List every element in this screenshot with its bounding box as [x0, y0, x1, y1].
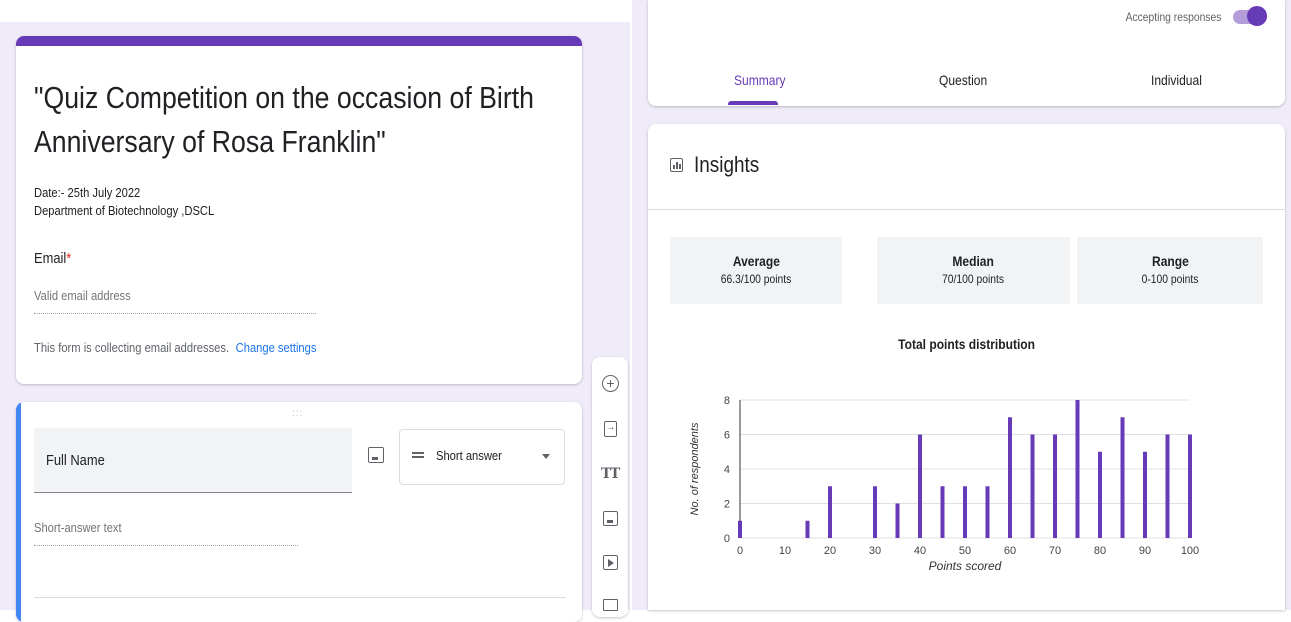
description-department: Department of Biotechnology ,DSCL	[34, 203, 215, 218]
add-image-icon[interactable]	[603, 511, 618, 526]
tab-question[interactable]: Question	[939, 72, 987, 88]
chart-bar	[1075, 400, 1080, 538]
add-question-icon[interactable]: +	[602, 375, 619, 392]
active-question-accent	[16, 402, 21, 622]
form-description[interactable]: Date:- 25th July 2022 Department of Biot…	[34, 184, 214, 220]
email-placeholder: Valid email address	[34, 288, 131, 303]
x-tick-label: 50	[959, 545, 971, 557]
chart-bar	[738, 520, 742, 538]
chart-bar	[1030, 434, 1035, 538]
accepting-responses-label: Accepting responses	[1125, 10, 1221, 24]
chevron-down-icon	[542, 454, 550, 459]
x-tick-label: 90	[1139, 545, 1151, 557]
email-field[interactable]: Valid email address	[34, 288, 316, 314]
y-axis-label: No. of respondents	[689, 422, 701, 515]
question-divider	[34, 597, 566, 598]
chart-bar	[1120, 417, 1125, 538]
y-tick-label: 6	[724, 430, 730, 442]
x-tick-label: 80	[1094, 545, 1106, 557]
responses-header-card: Accepting responses Summary Question Ind…	[648, 0, 1285, 106]
chart-bar	[873, 486, 877, 538]
form-title[interactable]: "Quiz Competition on the occasion of Bir…	[34, 76, 550, 164]
x-tick-label: 20	[824, 545, 836, 557]
chart-bar	[940, 486, 945, 538]
drag-handle[interactable]: :::	[292, 408, 303, 419]
tab-summary[interactable]: Summary	[734, 72, 786, 88]
add-section-icon[interactable]	[603, 599, 618, 611]
active-tab-indicator	[728, 101, 778, 105]
description-date: Date:- 25th July 2022	[34, 185, 141, 200]
chart-bar	[1188, 434, 1192, 538]
chart-bar	[1098, 451, 1102, 538]
x-tick-label: 40	[914, 545, 926, 557]
insights-card: Insights Average 66.3/100 points Median …	[648, 124, 1285, 610]
short-answer-text: Short-answer text	[34, 520, 122, 535]
chart-bar	[918, 434, 922, 538]
question-type-label: Short answer	[436, 448, 502, 463]
question-title: Full Name	[46, 452, 105, 469]
import-questions-icon[interactable]: →	[604, 421, 617, 437]
header-accent-bar	[16, 36, 582, 46]
form-header-card: "Quiz Competition on the occasion of Bir…	[16, 36, 582, 384]
chart-bar	[805, 520, 810, 538]
collecting-note-text: This form is collecting email addresses.	[34, 340, 230, 355]
required-mark: *	[66, 250, 72, 267]
y-tick-label: 8	[724, 395, 730, 407]
question-title-field[interactable]: Full Name	[34, 428, 352, 493]
chart-bar	[1008, 417, 1012, 538]
chart-bar	[1053, 434, 1057, 538]
add-image-icon[interactable]	[368, 447, 384, 463]
collecting-note: This form is collecting email addresses.…	[34, 340, 316, 355]
x-tick-label: 30	[869, 545, 881, 557]
x-tick-label: 70	[1049, 545, 1061, 557]
x-tick-label: 60	[1004, 545, 1016, 557]
accepting-responses-toggle[interactable]	[1233, 6, 1267, 26]
short-answer-placeholder: Short-answer text	[34, 520, 298, 546]
add-video-icon[interactable]	[603, 555, 618, 570]
chart-bar	[985, 486, 990, 538]
chart-bar	[895, 503, 900, 538]
chart-bar	[1165, 434, 1170, 538]
toggle-knob	[1247, 6, 1267, 26]
y-tick-label: 0	[724, 533, 730, 545]
change-settings-link[interactable]: Change settings	[236, 340, 317, 355]
y-tick-label: 4	[724, 464, 730, 476]
question-card[interactable]: ::: Full Name Short answer Short-answer …	[16, 402, 582, 622]
x-axis-label: Points scored	[929, 559, 1002, 573]
add-title-icon[interactable]: TT	[601, 465, 620, 483]
question-toolbar: + → TT	[592, 357, 628, 617]
short-answer-icon	[412, 452, 424, 458]
x-tick-label: 100	[1181, 545, 1199, 557]
email-label-text: Email	[34, 250, 67, 267]
chart-bar	[1143, 451, 1147, 538]
y-tick-label: 2	[724, 499, 730, 511]
x-tick-label: 10	[779, 545, 791, 557]
question-type-select[interactable]: Short answer	[399, 429, 565, 485]
email-label: Email*	[34, 250, 71, 267]
tab-individual[interactable]: Individual	[1151, 72, 1202, 88]
chart-bar	[828, 486, 832, 538]
x-tick-label: 0	[737, 545, 743, 557]
points-distribution-chart: 024680 10 20 30 40 50 60 70 80 90 100Points scored…	[689, 395, 1199, 573]
chart-bar	[963, 486, 967, 538]
